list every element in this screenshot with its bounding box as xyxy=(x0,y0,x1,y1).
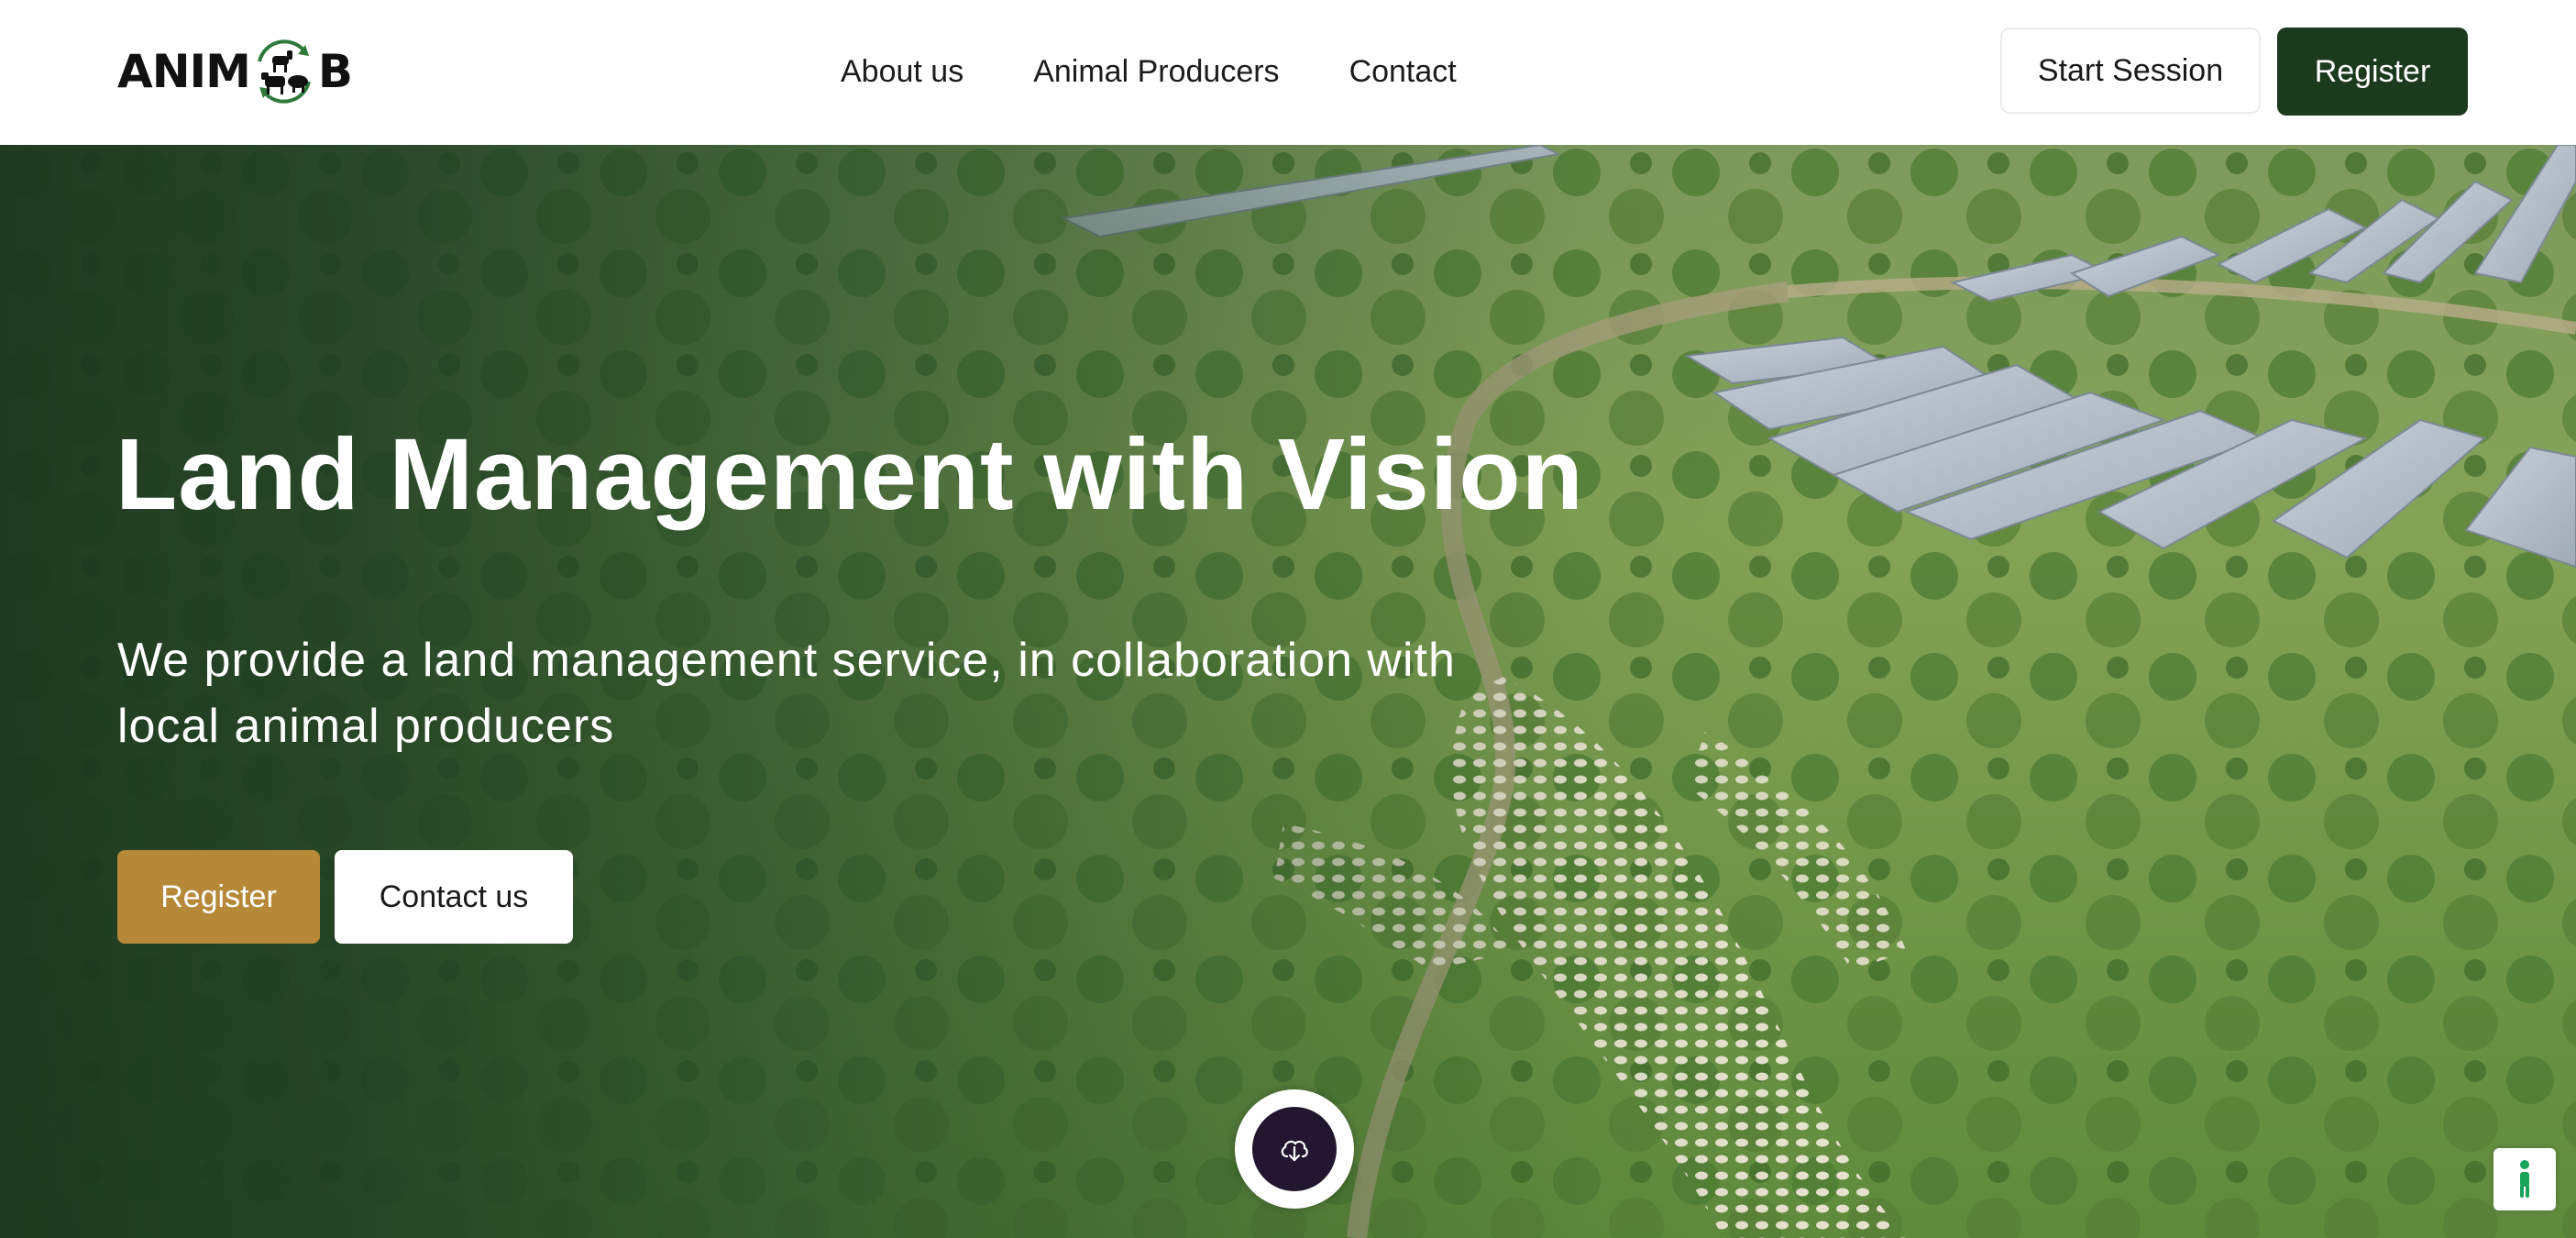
hero-section: Land Management with Vision We provide a… xyxy=(0,145,2576,1238)
hero-contact-button[interactable]: Contact us xyxy=(335,850,573,944)
logo-text-left: ANIM xyxy=(117,45,251,98)
nav-about-us[interactable]: About us xyxy=(841,54,963,90)
accessibility-button[interactable] xyxy=(2493,1148,2556,1210)
site-logo[interactable]: ANIM B xyxy=(117,37,353,106)
logo-text-right: B xyxy=(317,45,353,98)
register-button[interactable]: Register xyxy=(2277,28,2468,116)
hero-title: Land Management with Vision xyxy=(116,418,1584,531)
nav-contact[interactable]: Contact xyxy=(1349,54,1457,90)
main-nav: About us Animal Producers Contact xyxy=(841,48,1457,95)
hero-subtitle: We provide a land management service, in… xyxy=(117,634,1456,753)
animal-circle-icon xyxy=(257,39,311,104)
nav-animal-producers[interactable]: Animal Producers xyxy=(1033,54,1279,90)
scroll-down-button[interactable] xyxy=(1235,1089,1354,1209)
accessibility-icon xyxy=(2520,1160,2529,1198)
scroll-button-inner xyxy=(1252,1107,1337,1191)
start-session-button[interactable]: Start Session xyxy=(2000,28,2261,114)
cloud-download-icon xyxy=(1281,1140,1308,1162)
hero-register-button[interactable]: Register xyxy=(117,850,320,944)
site-header: ANIM B About us Animal Producers Contact xyxy=(0,0,2576,145)
